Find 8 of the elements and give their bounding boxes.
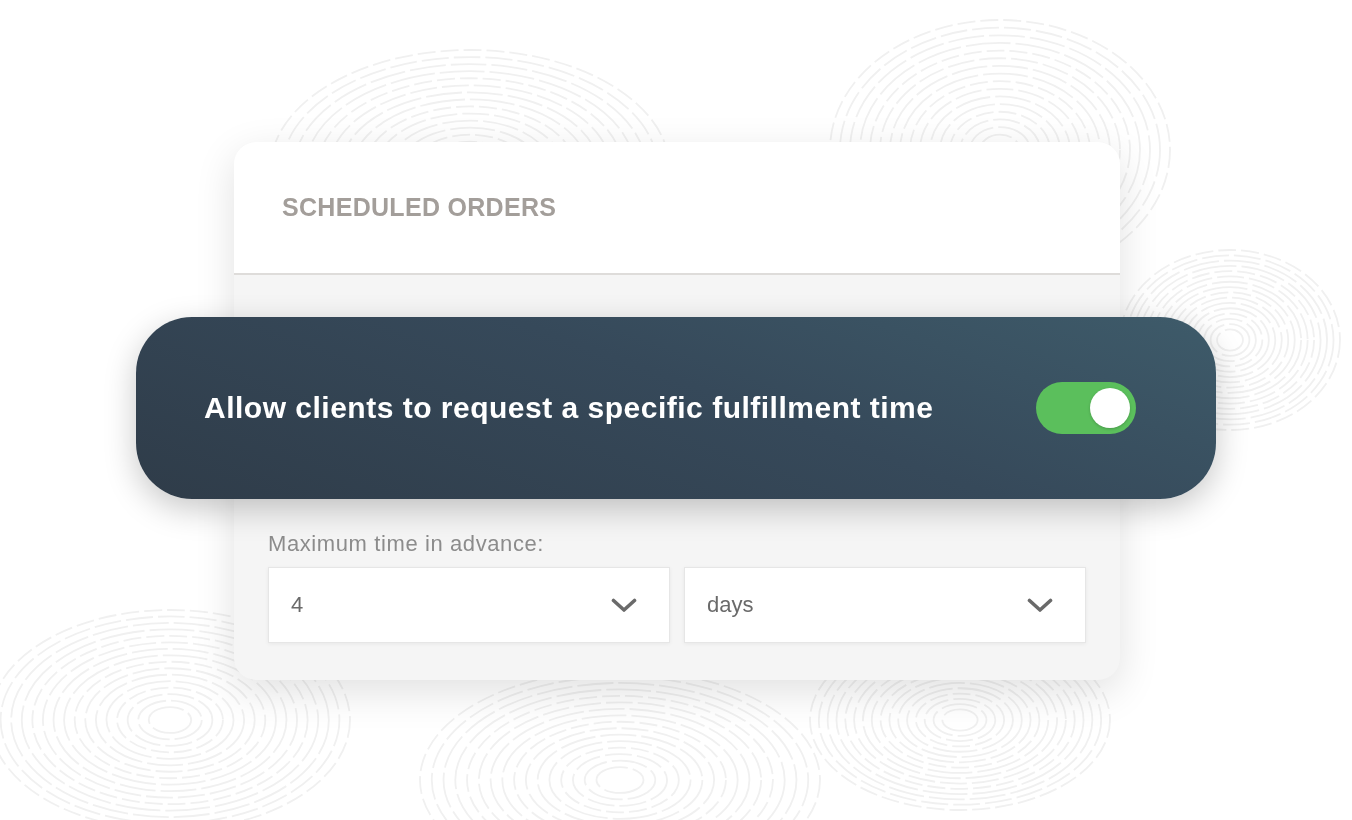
amount-dropdown[interactable]: 4 (268, 567, 670, 643)
toggle-switch[interactable] (1036, 382, 1136, 434)
chevron-down-icon (1027, 597, 1053, 613)
chevron-down-icon (611, 597, 637, 613)
toggle-label: Allow clients to request a specific fulfillment time (204, 391, 934, 425)
card-title: SCHEDULED ORDERS (282, 193, 557, 222)
field-label: Maximum time in advance: (268, 531, 546, 557)
unit-dropdown[interactable]: days (684, 567, 1086, 643)
